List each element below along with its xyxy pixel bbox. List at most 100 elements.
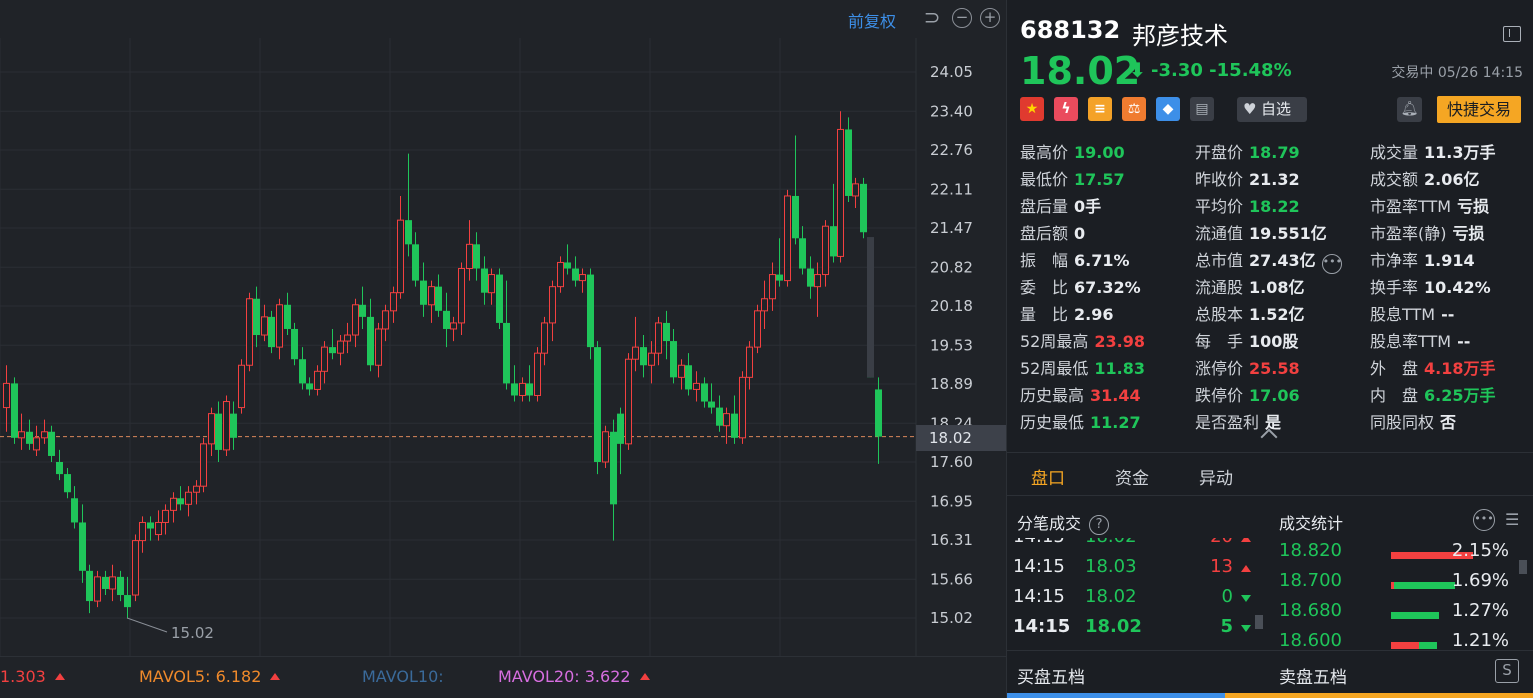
tick-row: 14:15 18.02 0 xyxy=(1011,586,1261,616)
up-triangle-icon xyxy=(1241,538,1251,542)
quote-value: 19.551亿 xyxy=(1249,224,1327,243)
candle-body-up xyxy=(466,243,473,270)
quote-cell: 振 幅 6.71% xyxy=(1020,247,1130,274)
candle-body-up xyxy=(852,183,859,197)
quote-cell: 流通股 1.08亿 xyxy=(1195,274,1305,301)
add-favorite-button[interactable]: ♥ 自选 xyxy=(1237,97,1307,122)
quote-label: 外 盘 xyxy=(1370,359,1419,378)
stat-bar xyxy=(1391,612,1439,619)
china-flag-icon[interactable]: ★ xyxy=(1020,97,1044,121)
tab-capital-flow[interactable]: 资金 xyxy=(1115,464,1149,489)
sell-five-levels-tab[interactable]: 卖盘五档 xyxy=(1279,663,1347,688)
quote-cell: 52周最高 23.98 xyxy=(1020,328,1145,355)
s-badge-icon[interactable]: S xyxy=(1495,659,1519,683)
quote-label: 成交额 xyxy=(1370,170,1419,189)
quote-cell: 最低价 17.57 xyxy=(1020,166,1125,193)
reset-zoom-icon[interactable]: ⊃ xyxy=(922,7,942,28)
candle-body-up xyxy=(488,274,495,294)
quote-cell: 历史最高 31.44 xyxy=(1020,382,1141,409)
quote-cell: 昨收价 21.32 xyxy=(1195,166,1300,193)
quote-label: 涨停价 xyxy=(1195,359,1244,378)
down-triangle-icon xyxy=(1241,595,1251,602)
y-tick-label: 17.60 xyxy=(930,453,973,471)
quick-trade-button[interactable]: 快捷交易 xyxy=(1437,96,1521,123)
coins-icon[interactable]: ≡ xyxy=(1088,97,1112,121)
candle-body-down xyxy=(11,383,18,438)
tab-order-book[interactable]: 盘口 xyxy=(1031,464,1065,489)
quote-value: 10.42% xyxy=(1424,278,1491,297)
bell-icon[interactable]: 🔔︎ xyxy=(1397,97,1422,122)
quote-value: 1.52亿 xyxy=(1249,305,1305,324)
candle-body-down xyxy=(708,401,715,408)
quote-value: 11.3万手 xyxy=(1424,143,1496,162)
kline-chart-panel[interactable]: 24.05 23.40 22.76 22.11 21.47 20.82 20.18 19.53… xyxy=(0,0,1006,698)
tick-list[interactable]: 14:1518.022014:1518.031314:1518.02014:15… xyxy=(1011,538,1261,650)
quote-cell: 总股本 1.52亿 xyxy=(1195,301,1305,328)
buy-side-indicator xyxy=(1007,693,1225,698)
stat-pct: 1.27% xyxy=(1451,600,1509,621)
candle-body-down xyxy=(48,431,55,456)
candle-body-up xyxy=(625,358,632,445)
candle-body-up xyxy=(784,195,791,282)
last-price: 18.02 xyxy=(1020,49,1141,93)
candle-body-up xyxy=(94,576,101,602)
candle-body-up xyxy=(139,521,146,542)
candle-body-down xyxy=(86,570,93,602)
candle-body-down xyxy=(215,413,222,450)
more-info-icon[interactable]: ••• xyxy=(1321,254,1342,274)
quote-value: 11.83 xyxy=(1094,359,1145,378)
candle-body-down xyxy=(367,316,374,366)
quote-value: 亏损 xyxy=(1457,197,1490,216)
buy-five-levels-tab[interactable]: 买盘五档 xyxy=(1017,663,1085,688)
up-triangle-icon xyxy=(270,673,281,680)
lightning-icon[interactable]: ϟ xyxy=(1054,97,1078,121)
stat-pct: 1.21% xyxy=(1451,630,1509,650)
candle-body-up xyxy=(208,413,215,445)
kline-chart[interactable]: 24.05 23.40 22.76 22.11 21.47 20.82 20.18 19.53… xyxy=(0,0,1006,656)
tab-abnormal-moves[interactable]: 异动 xyxy=(1199,464,1233,489)
tick-time: 14:15 xyxy=(1013,616,1071,637)
stats-scrollbar[interactable] xyxy=(1519,560,1527,574)
volume-stats-list[interactable]: 18.820 2.15% 18.700 1.69% 18.680 1.27% 18.600 1… xyxy=(1277,540,1517,650)
adjust-mode-button[interactable]: 前复权 xyxy=(848,8,896,32)
candle-body-down xyxy=(587,274,594,348)
quote-label: 同股同权 xyxy=(1370,413,1435,432)
quote-value: 0手 xyxy=(1074,197,1102,216)
down-triangle-icon xyxy=(1241,625,1251,632)
quote-value: 6.25万手 xyxy=(1424,386,1496,405)
candle-body-up xyxy=(132,540,139,596)
panel-layout-icon[interactable] xyxy=(1503,26,1521,42)
y-tick-label: 24.05 xyxy=(930,63,973,81)
quote-cell: 涨停价 25.58 xyxy=(1195,355,1300,382)
quote-label: 历史最高 xyxy=(1020,386,1085,405)
zoom-out-icon[interactable]: − xyxy=(952,8,972,28)
help-icon[interactable]: ? xyxy=(1089,515,1110,535)
candle-body-down xyxy=(716,407,723,426)
favorite-label: 自选 xyxy=(1261,100,1292,118)
candle-body-up xyxy=(170,497,177,511)
list-view-icon[interactable]: ☰ xyxy=(1505,510,1519,529)
tag-icon[interactable]: ◆ xyxy=(1156,97,1180,121)
stat-pct: 1.69% xyxy=(1451,570,1509,591)
more-options-icon[interactable]: ••• xyxy=(1473,509,1495,531)
mavol10: MAVOL10: xyxy=(362,667,444,686)
candle-body-up xyxy=(185,491,192,505)
min-annotation-label: 15.02 xyxy=(171,624,214,642)
candle-body-down xyxy=(253,298,260,336)
document-icon[interactable]: ▤ xyxy=(1190,97,1214,121)
up-triangle-icon xyxy=(1241,565,1251,572)
candle-body-up xyxy=(337,340,344,354)
candle-body-down xyxy=(845,129,852,196)
quote-cell: 委 比 67.32% xyxy=(1020,274,1141,301)
candle-body-down xyxy=(299,359,306,384)
zoom-in-icon[interactable]: + xyxy=(980,8,1000,28)
quote-label: 振 幅 xyxy=(1020,251,1069,270)
candle-body-up xyxy=(428,286,435,306)
mavol20: MAVOL20: 3.622 xyxy=(498,667,650,686)
candle-body-up xyxy=(33,437,40,451)
quote-cell: 历史最低 11.27 xyxy=(1020,409,1141,436)
scale-icon[interactable]: ⚖ xyxy=(1122,97,1146,121)
quote-value: 18.79 xyxy=(1249,143,1300,162)
y-tick-label: 22.11 xyxy=(930,180,973,198)
tick-scrollbar[interactable] xyxy=(1255,615,1263,629)
